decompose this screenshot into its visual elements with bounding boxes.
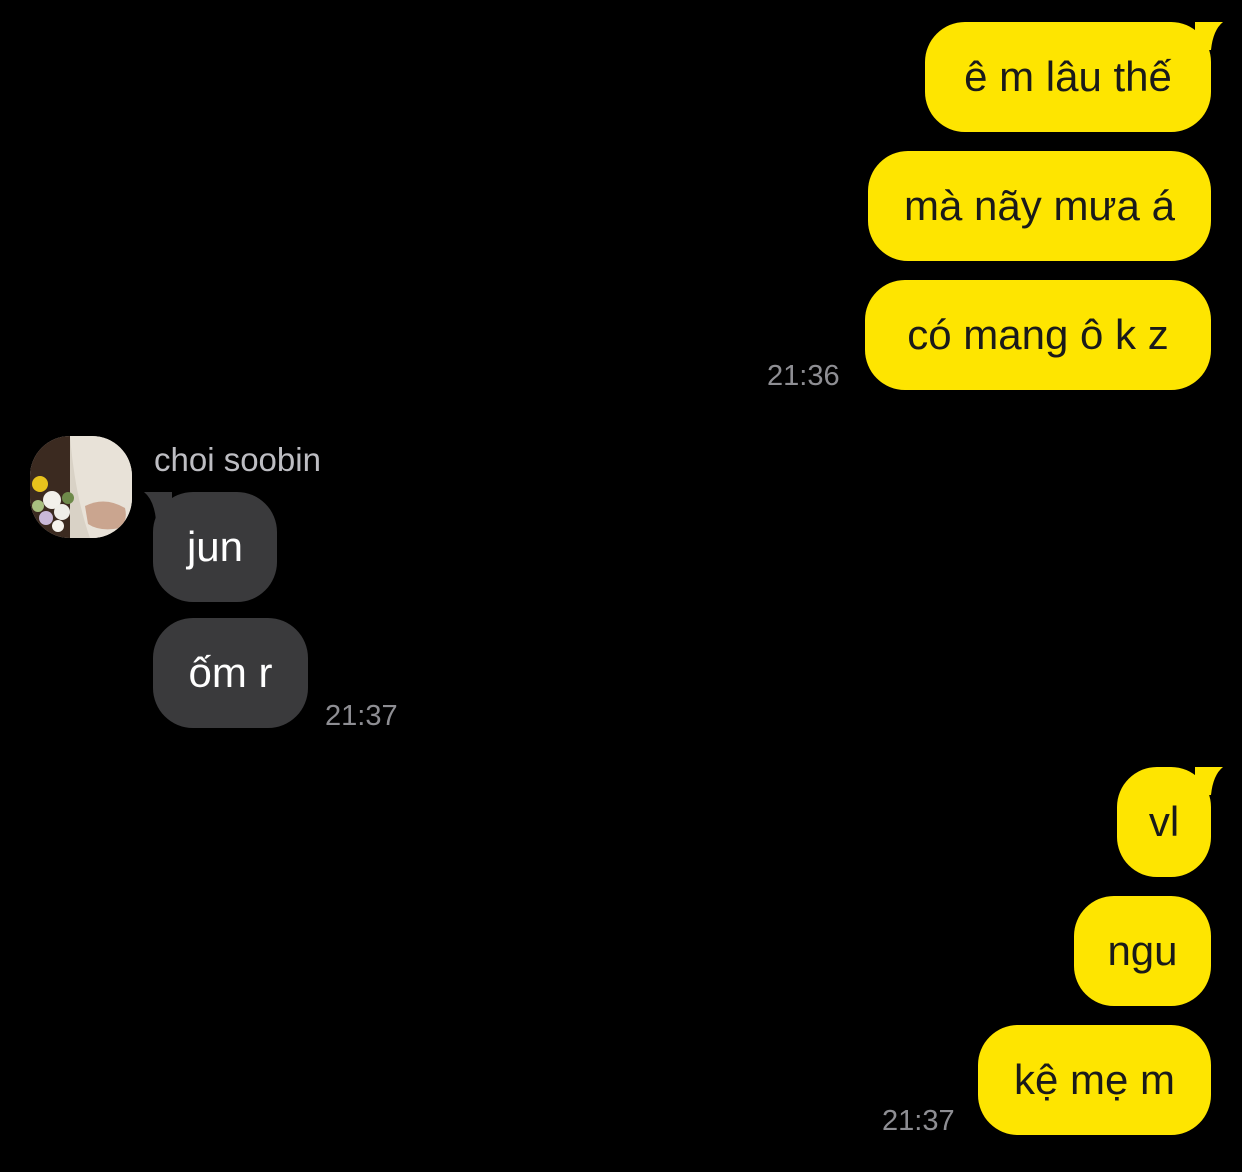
message-text: có mang ô k z [907,311,1169,358]
profile-photo-icon [30,436,132,538]
outgoing-message-bubble[interactable]: có mang ô k z [865,280,1211,390]
message-timestamp: 21:37 [325,700,398,732]
message-text: vl [1148,798,1180,845]
outgoing-message-bubble[interactable]: ngu [1074,896,1211,1006]
incoming-message-bubble[interactable]: ốm r [153,618,308,728]
bubble-tail-icon [1195,22,1223,50]
outgoing-message-bubble[interactable]: kệ mẹ m [978,1025,1211,1135]
message-text: ốm r [188,649,273,696]
outgoing-message-bubble[interactable]: ê m lâu thế [925,22,1211,132]
message-timestamp: 21:36 [767,360,840,392]
message-text: ngu [1107,927,1178,974]
bubble-tail-icon [1195,767,1223,795]
message-text: ê m lâu thế [964,53,1172,100]
message-text: mà nãy mưa á [904,182,1175,229]
message-timestamp: 21:37 [882,1105,955,1137]
message-text: jun [186,523,244,570]
message-text: kệ mẹ m [1013,1056,1176,1103]
outgoing-message-bubble[interactable]: mà nãy mưa á [868,151,1211,261]
sender-name: choi soobin [154,441,321,478]
bubble-tail-icon [144,492,172,520]
sender-avatar[interactable] [30,436,132,538]
